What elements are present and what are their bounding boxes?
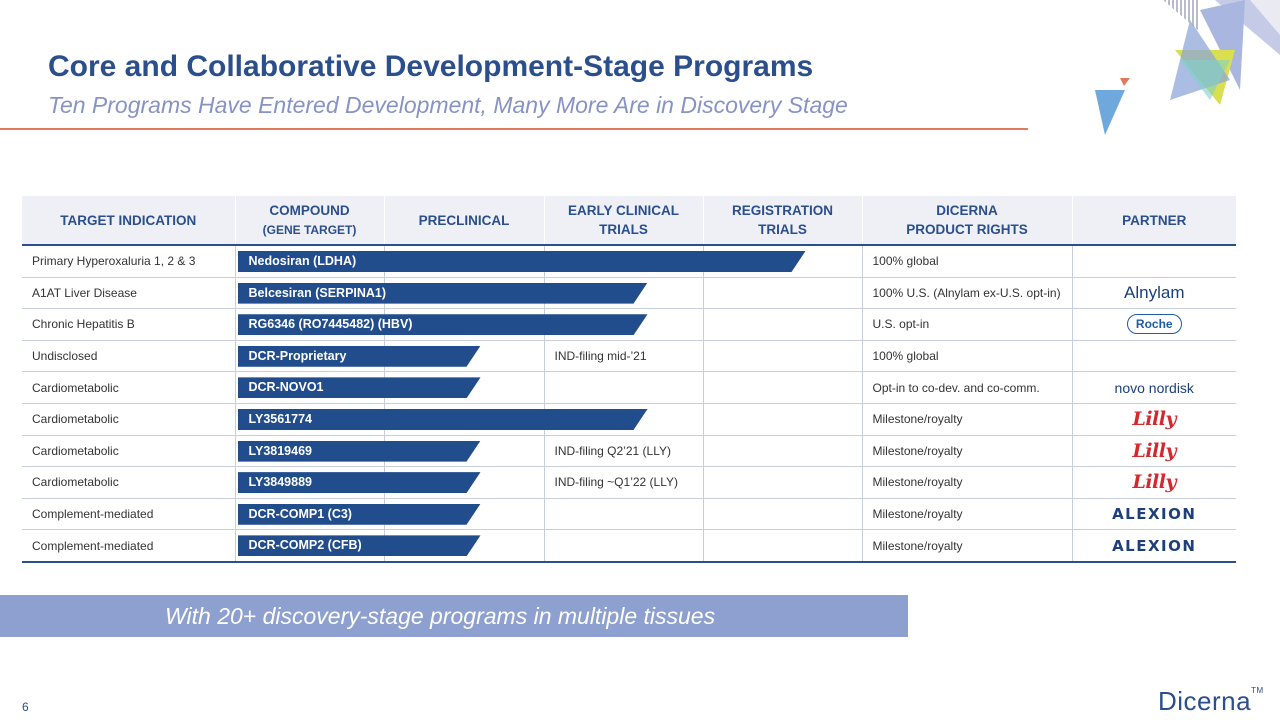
programs-table: TARGET INDICATION COMPOUND (GENE TARGET) … <box>22 196 1236 563</box>
compound-cell: RG6346 (RO7445482) (HBV) <box>235 308 384 341</box>
page-number: 6 <box>22 700 29 714</box>
compound-cell: DCR-Proprietary <box>235 340 384 373</box>
col-product-rights: DICERNA PRODUCT RIGHTS <box>862 196 1073 246</box>
alnylam-logo: Alnylam <box>1124 282 1185 302</box>
col-target-indication: TARGET INDICATION <box>22 196 236 246</box>
pipeline-progress-bar: Belcesiran (SERPINA1) <box>238 283 648 304</box>
target-indication-cell: Chronic Hepatitis B <box>22 308 236 341</box>
pipeline-progress-bar: DCR-Proprietary <box>238 346 481 367</box>
page-subtitle: Ten Programs Have Entered Development, M… <box>48 92 848 118</box>
target-indication-cell: A1AT Liver Disease <box>22 277 236 310</box>
alexion-logo: ALEXION <box>1112 505 1197 524</box>
lilly-logo: Lilly <box>1132 408 1177 431</box>
product-rights-cell: U.S. opt-in <box>862 308 1073 341</box>
registration-cell <box>703 435 863 468</box>
pipeline-progress-bar: DCR-COMP1 (C3) <box>238 504 481 525</box>
registration-cell <box>703 340 863 373</box>
alexion-logo: ALEXION <box>1112 536 1197 555</box>
product-rights-cell: 100% U.S. (Alnylam ex-U.S. opt-in) <box>862 277 1073 310</box>
discovery-banner-text: With 20+ discovery-stage programs in mul… <box>165 603 716 629</box>
partner-cell: ALEXION <box>1072 529 1236 563</box>
product-rights-cell: 100% global <box>862 340 1073 373</box>
table-row: Cardiometabolic LY3849889 IND-filing ~Q1’2… <box>22 466 1236 499</box>
partner-cell: Roche <box>1072 308 1236 341</box>
registration-cell <box>703 498 863 531</box>
pipeline-progress-bar: DCR-COMP2 (CFB) <box>238 535 481 556</box>
table-row: Chronic Hepatitis B RG6346 (RO7445482) (H… <box>22 308 1236 341</box>
product-rights-cell: Milestone/royalty <box>862 403 1073 436</box>
target-indication-cell: Cardiometabolic <box>22 371 236 404</box>
registration-cell <box>703 308 863 341</box>
pipeline-progress-bar: LY3561774 <box>238 409 648 430</box>
col-compound: COMPOUND (GENE TARGET) <box>235 196 385 246</box>
pipeline-progress-bar: DCR-NOVO1 <box>238 377 481 398</box>
partner-cell: novo nordisk <box>1072 371 1236 404</box>
col-preclinical: PRECLINICAL <box>384 196 545 246</box>
partner-cell <box>1072 340 1236 373</box>
compound-cell: DCR-NOVO1 <box>235 371 384 404</box>
pipeline-progress-bar: LY3849889 <box>238 472 481 493</box>
registration-cell <box>703 371 863 404</box>
registration-cell <box>703 466 863 499</box>
compound-cell: DCR-COMP1 (C3) <box>235 498 384 531</box>
partner-cell: Alnylam <box>1072 277 1236 310</box>
table-row: Cardiometabolic DCR-NOVO1 Opt-in to co-dev… <box>22 371 1236 404</box>
target-indication-cell: Complement-mediated <box>22 498 236 531</box>
col-partner: PARTNER <box>1072 196 1236 246</box>
early-clinical-cell: IND-filing Q2’21 (LLY) <box>544 435 704 468</box>
partner-cell: Lilly <box>1072 466 1236 499</box>
lilly-logo: Lilly <box>1132 471 1177 494</box>
table-row: Cardiometabolic LY3561774 Milestone/royalt… <box>22 403 1236 436</box>
table-header-row: TARGET INDICATION COMPOUND (GENE TARGET) … <box>22 196 1236 246</box>
partner-cell: ALEXION <box>1072 498 1236 531</box>
compound-cell: LY3819469 <box>235 435 384 468</box>
decorative-triangles <box>1095 0 1280 135</box>
registration-cell <box>703 403 863 436</box>
target-indication-cell: Complement-mediated <box>22 529 236 563</box>
title-divider <box>0 128 1028 130</box>
target-indication-cell: Cardiometabolic <box>22 403 236 436</box>
compound-cell: LY3849889 <box>235 466 384 499</box>
compound-cell: DCR-COMP2 (CFB) <box>235 529 384 563</box>
product-rights-cell: Milestone/royalty <box>862 529 1073 563</box>
product-rights-cell: Milestone/royalty <box>862 435 1073 468</box>
roche-logo: Roche <box>1126 314 1182 335</box>
early-clinical-cell <box>544 371 704 404</box>
early-clinical-cell: IND-filing ~Q1’22 (LLY) <box>544 466 704 499</box>
pipeline-progress-bar: RG6346 (RO7445482) (HBV) <box>238 314 648 335</box>
table-row: Complement-mediated DCR-COMP2 (CFB) Milest… <box>22 529 1236 563</box>
registration-cell <box>703 277 863 310</box>
table-row: Primary Hyperoxaluria 1, 2 & 3 Nedosiran … <box>22 245 1236 278</box>
partner-cell: Lilly <box>1072 403 1236 436</box>
partner-cell <box>1072 245 1236 278</box>
table-row: Undisclosed DCR-Proprietary IND-filing mid… <box>22 340 1236 373</box>
target-indication-cell: Cardiometabolic <box>22 435 236 468</box>
pipeline-progress-bar: LY3819469 <box>238 441 481 462</box>
compound-cell: Belcesiran (SERPINA1) <box>235 277 384 310</box>
early-clinical-cell: IND-filing mid-’21 <box>544 340 704 373</box>
table-row: Cardiometabolic LY3819469 IND-filing Q2’21… <box>22 435 1236 468</box>
table-row: Complement-mediated DCR-COMP1 (C3) Milesto… <box>22 498 1236 531</box>
product-rights-cell: Opt-in to co-dev. and co-comm. <box>862 371 1073 404</box>
compound-cell: LY3561774 <box>235 403 384 436</box>
table-row: A1AT Liver Disease Belcesiran (SERPINA1) 1… <box>22 277 1236 310</box>
col-early-clinical: EARLY CLINICAL TRIALS <box>544 196 704 246</box>
early-clinical-cell <box>544 529 704 563</box>
early-clinical-cell <box>544 498 704 531</box>
compound-cell: Nedosiran (LDHA) <box>235 245 384 278</box>
page-title: Core and Collaborative Development-Stage… <box>48 50 814 83</box>
dicerna-logo: DicernaTM <box>1158 686 1264 716</box>
target-indication-cell: Primary Hyperoxaluria 1, 2 & 3 <box>22 245 236 278</box>
registration-cell <box>703 529 863 563</box>
target-indication-cell: Undisclosed <box>22 340 236 373</box>
pipeline-progress-bar: Nedosiran (LDHA) <box>238 251 806 272</box>
product-rights-cell: Milestone/royalty <box>862 498 1073 531</box>
col-registration: REGISTRATION TRIALS <box>703 196 863 246</box>
partner-cell: Lilly <box>1072 435 1236 468</box>
target-indication-cell: Cardiometabolic <box>22 466 236 499</box>
lilly-logo: Lilly <box>1132 439 1177 462</box>
product-rights-cell: Milestone/royalty <box>862 466 1073 499</box>
product-rights-cell: 100% global <box>862 245 1073 278</box>
novo-nordisk-logo: novo nordisk <box>1114 379 1194 396</box>
